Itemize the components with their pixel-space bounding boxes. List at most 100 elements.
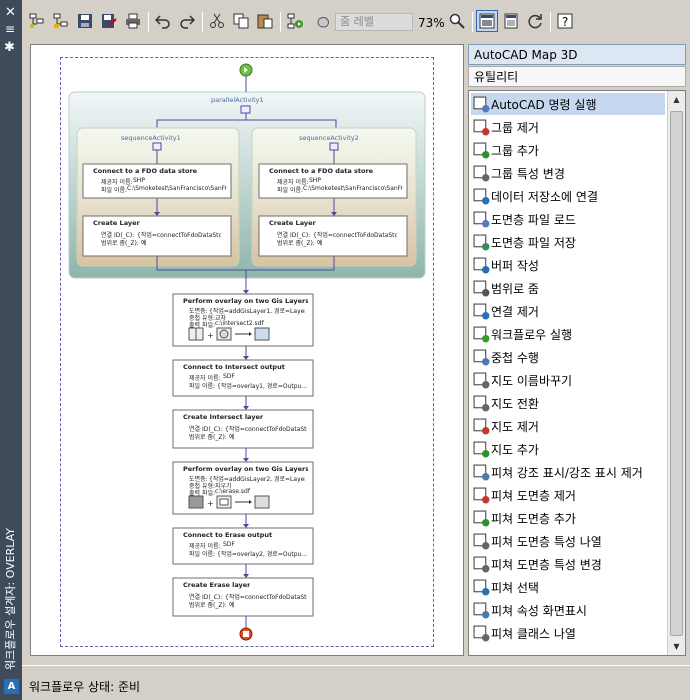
cut-button[interactable] (206, 10, 228, 32)
new-workflow-button[interactable] (26, 10, 48, 32)
toolbox-item-label: 피쳐 속성 화면표시 (491, 603, 587, 618)
pan-button[interactable] (312, 10, 334, 32)
connection-value: {작업=connectToFdoDataSto... (313, 232, 397, 239)
toolbox-item[interactable]: 그룹 제거 (471, 116, 665, 138)
toolbox-item-label: 지도 이름바꾸기 (491, 373, 573, 388)
toolbox-category-autocad-map[interactable]: AutoCAD Map 3D (468, 44, 686, 65)
overlay-1-title: Perform overlay on two Gis Layers (183, 297, 308, 305)
paste-button[interactable] (254, 10, 276, 32)
toolbox-item[interactable]: 피쳐 도면층 특성 변경 (471, 553, 665, 575)
toolbox-item-label: 범위로 줌 (491, 281, 539, 296)
settings-icon[interactable]: ✱ (4, 40, 15, 55)
help-button[interactable]: ? (554, 10, 576, 32)
workflow-diagram[interactable]: + + parallelActivity1 sequenceActivity1 … (60, 57, 434, 647)
file-label: 파일 이름: (189, 383, 216, 390)
toolbox-item[interactable]: 연결 제거 (471, 300, 665, 322)
toolbox-item[interactable]: 그룹 추가 (471, 139, 665, 161)
create-erase-title: Create Erase layer (183, 581, 251, 589)
toolbox-item[interactable]: 피쳐 강조 표시/강조 표시 제거 (471, 461, 665, 483)
refresh-icon (528, 14, 542, 29)
toolbox-item[interactable]: AutoCAD 명령 실행 (471, 93, 665, 115)
toolbox-item-label: 데이터 저장소에 연결 (491, 189, 598, 204)
toolbox-item[interactable]: 지도 제거 (471, 415, 665, 437)
svg-text:?: ? (562, 15, 568, 29)
connect-intersect-title: Connect to Intersect output (183, 363, 285, 371)
feature-layer-remove-icon (473, 487, 490, 503)
toolbox-scrollbar[interactable]: ▲ ▼ (667, 91, 685, 655)
auto-hide-icon[interactable]: ≡ (5, 22, 15, 36)
toolbox-item[interactable]: 도면층 파일 저장 (471, 231, 665, 253)
zoom-level-field[interactable]: 줌 레벨 (335, 13, 413, 31)
print-button[interactable] (122, 10, 144, 32)
toolbox-item[interactable]: 버퍼 작성 (471, 254, 665, 276)
toolbox-item[interactable]: 범위로 줌 (471, 277, 665, 299)
toolbox-item-label: 지도 추가 (491, 442, 539, 457)
copy-button[interactable] (230, 10, 252, 32)
map-add-icon (473, 441, 490, 457)
redo-button[interactable] (176, 10, 198, 32)
toggle-properties-button[interactable] (500, 10, 522, 32)
toolbox-item[interactable]: 그룹 특성 변경 (471, 162, 665, 184)
zoom-scope-label: 범위로 줌(_Z): (101, 240, 139, 247)
copy-icon (233, 13, 249, 29)
zoom-scope-label: 범위로 줌(_Z): (189, 434, 227, 441)
zoom-button[interactable] (446, 10, 468, 32)
refresh-button[interactable] (524, 10, 546, 32)
toolbox-item[interactable]: 피쳐 클래스 나열 (471, 622, 665, 644)
workflow-canvas[interactable]: + + parallelActivity1 sequenceActivity1 … (30, 44, 464, 656)
map-rename-icon (473, 372, 490, 388)
toolbox-item[interactable]: 지도 전환 (471, 392, 665, 414)
toolbox-item[interactable]: 지도 추가 (471, 438, 665, 460)
toolbox-item[interactable]: 피쳐 도면층 특성 나열 (471, 530, 665, 552)
close-icon[interactable]: ✕ (5, 5, 16, 20)
zoom-scope-value: 예 (229, 434, 235, 441)
toolbox-category-utility[interactable]: 유틸리티 (468, 66, 686, 87)
toolbox-item-label: 피쳐 도면층 특성 나열 (491, 534, 602, 549)
toolbox-item-label: 연결 제거 (491, 304, 539, 319)
file-value: C:\Smoketest\SanFrancisco\SanFr... (127, 185, 227, 192)
toolbox-item-label: 피쳐 클래스 나열 (491, 626, 576, 641)
toolbox-item[interactable]: 지도 이름바꾸기 (471, 369, 665, 391)
zoom-percent: 73% (418, 16, 445, 30)
run-workflow-button[interactable] (284, 10, 306, 32)
map-switch-icon (473, 395, 490, 411)
connect-fdo-2-title: Connect to a FDO data store (269, 167, 374, 175)
toolbox-item[interactable]: 도면층 파일 로드 (471, 208, 665, 230)
toolbox-item[interactable]: 중첩 수행 (471, 346, 665, 368)
new-workflow-icon (29, 13, 44, 28)
feature-attribute-display-icon (473, 602, 490, 618)
toolbox-item[interactable]: 피쳐 도면층 제거 (471, 484, 665, 506)
open-workflow-button[interactable] (50, 10, 72, 32)
toolbox-panel: AutoCAD Map 3D 유틸리티 AutoCAD 명령 실행그룹 제거그룹… (468, 44, 686, 656)
toolbox-item-label: 피쳐 도면층 추가 (491, 511, 576, 526)
toolbox-item[interactable]: 피쳐 속성 화면표시 (471, 599, 665, 621)
sequence-activity-2-label: sequenceActivity2 (299, 134, 359, 142)
toolbar-separator (148, 12, 149, 32)
zoom-scope-value: 예 (229, 602, 235, 609)
palette-title-bar: ✕ ≡ ✱ 워크플로우 설계자: OVERLAY A (0, 0, 22, 700)
toolbox-item-label: 그룹 제거 (491, 120, 539, 135)
zoom-scope-value: 예 (317, 240, 323, 247)
scroll-up-icon[interactable]: ▲ (668, 91, 685, 108)
group-remove-icon (473, 119, 490, 135)
scrollbar-thumb[interactable] (670, 111, 683, 636)
toolbox-item[interactable]: 데이터 저장소에 연결 (471, 185, 665, 207)
toolbox-item[interactable]: 피쳐 선택 (471, 576, 665, 598)
workflow-status: 워크플로우 상태: 준비 (29, 680, 141, 694)
zoom-scope-label: 범위로 줌(_Z): (277, 240, 315, 247)
save-as-button[interactable] (98, 10, 120, 32)
overlay-2-title: Perform overlay on two Gis Layers (183, 465, 308, 473)
toggle-toolbox-button[interactable] (476, 10, 498, 32)
provider-value: SHP (133, 177, 145, 184)
connect-fdo-1-title: Connect to a FDO data store (93, 167, 198, 175)
data-store-connect-icon (473, 188, 490, 204)
undo-button[interactable] (152, 10, 174, 32)
save-button[interactable] (74, 10, 96, 32)
toolbar-separator (550, 12, 551, 32)
save-as-icon (102, 14, 117, 28)
file-label: 파일 이름: (189, 551, 216, 558)
toolbox-item[interactable]: 피쳐 도면층 추가 (471, 507, 665, 529)
scroll-down-icon[interactable]: ▼ (668, 638, 685, 655)
toolbox-item-label: 피쳐 도면층 제거 (491, 488, 576, 503)
toolbox-item[interactable]: 워크플로우 실행 (471, 323, 665, 345)
